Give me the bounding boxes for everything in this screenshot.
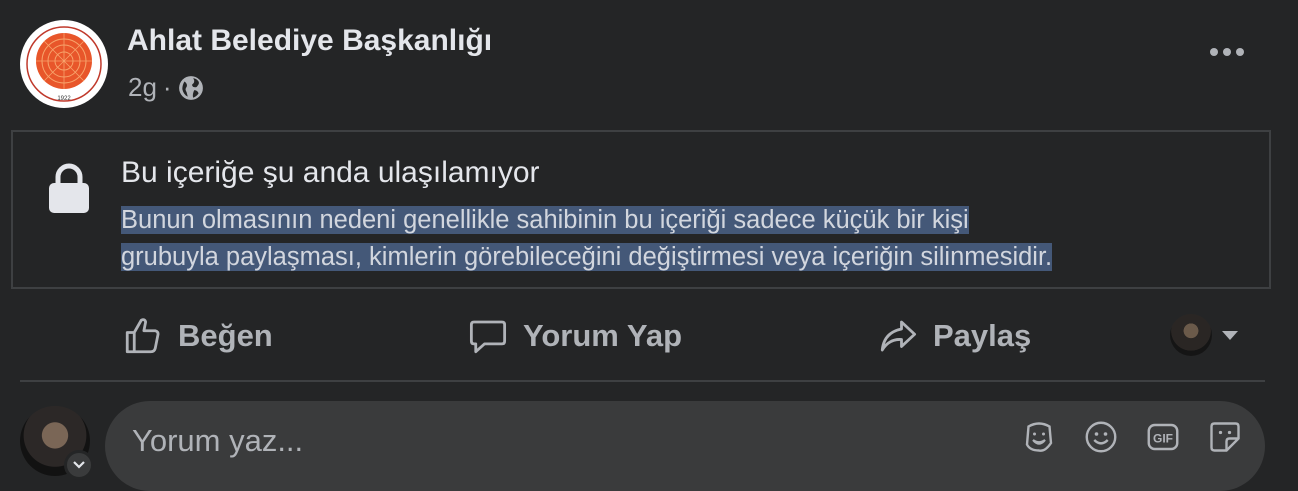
- comment-label: Yorum Yap: [523, 318, 683, 353]
- svg-text:GIF: GIF: [1153, 431, 1173, 445]
- like-label: Beğen: [178, 318, 273, 353]
- comment-placeholder[interactable]: Yorum yaz...: [132, 423, 303, 459]
- share-label: Paylaş: [933, 318, 1032, 353]
- comment-button[interactable]: Yorum Yap: [467, 310, 682, 362]
- chevron-down-icon: [1222, 330, 1238, 340]
- avatar: [1170, 314, 1212, 356]
- unavailable-description: Bunun olmasının nedeni genellikle sahibi…: [121, 202, 1251, 276]
- like-button[interactable]: Beğen: [122, 310, 273, 362]
- more-options-icon[interactable]: [1210, 48, 1244, 56]
- page-name[interactable]: Ahlat Belediye Başkanlığı: [127, 24, 492, 58]
- gif-icon[interactable]: GIF: [1145, 419, 1181, 455]
- chevron-down-icon[interactable]: [64, 450, 94, 480]
- unavailable-title: Bu içeriğe şu anda ulaşılamıyor: [121, 156, 540, 189]
- page-avatar[interactable]: 1922: [20, 20, 108, 108]
- post-meta: 2g ·: [128, 72, 204, 103]
- emoji-icon[interactable]: [1083, 419, 1119, 455]
- comment-tools: GIF: [1021, 419, 1243, 455]
- sticker-icon[interactable]: [1207, 419, 1243, 455]
- lock-icon: [49, 163, 89, 213]
- react-as-selector[interactable]: [1170, 314, 1238, 356]
- avatar-sticker-icon[interactable]: [1021, 419, 1057, 455]
- content-unavailable-notice: Bu içeriğe şu anda ulaşılamıyor Bunun ol…: [11, 130, 1271, 289]
- share-button[interactable]: Paylaş: [877, 310, 1031, 362]
- thumbs-up-icon: [125, 318, 160, 354]
- share-arrow-icon: [880, 320, 917, 352]
- globe-icon[interactable]: [178, 75, 204, 101]
- municipality-logo: 1922: [22, 22, 106, 106]
- logo-year: 1922: [57, 96, 71, 102]
- post-time[interactable]: 2g: [128, 72, 157, 103]
- description-line-1: Bunun olmasının nedeni genellikle sahibi…: [121, 206, 969, 234]
- divider: [20, 380, 1265, 382]
- meta-separator: ·: [162, 72, 172, 102]
- comment-input[interactable]: Yorum yaz... GIF: [105, 401, 1265, 491]
- description-line-2: grubuyla paylaşması, kimlerin görebilece…: [121, 243, 1053, 271]
- comment-bubble-icon: [469, 320, 507, 354]
